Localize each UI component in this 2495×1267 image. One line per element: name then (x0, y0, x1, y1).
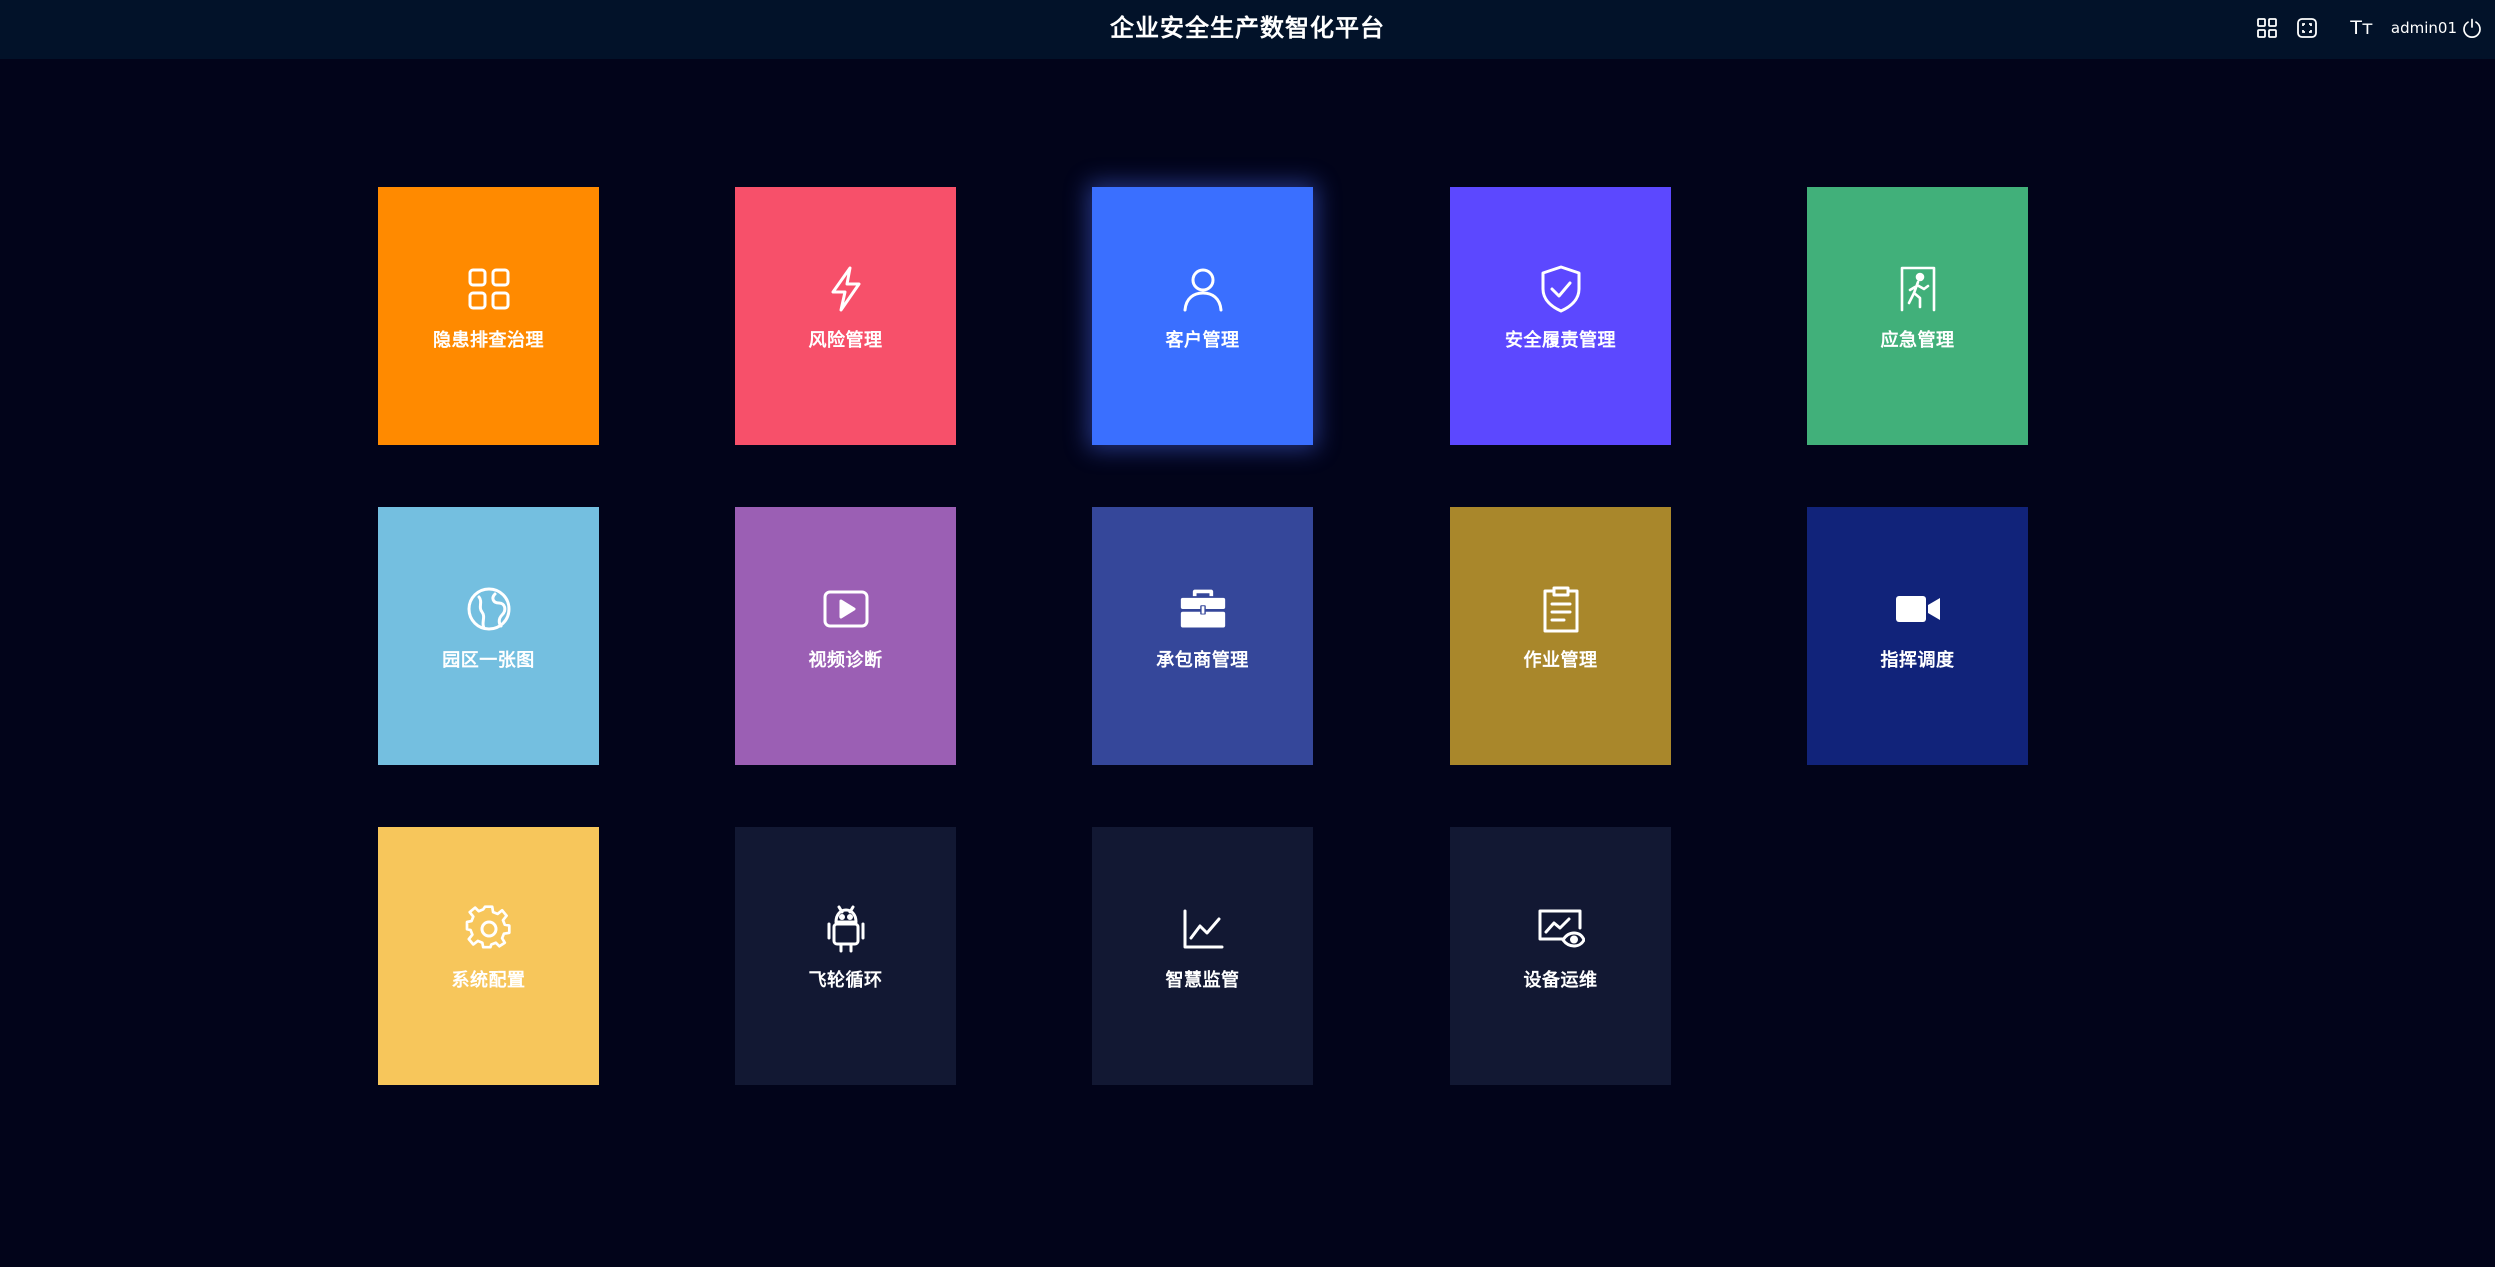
gear-icon (465, 905, 513, 953)
module-tile[interactable]: 设备运维 (1450, 827, 1671, 1085)
module-label: 风险管理 (808, 330, 883, 351)
video-camera-icon (1894, 585, 1942, 633)
top-bar: 企业安全生产数智化平台 Tт admin01 (0, 0, 2495, 59)
toolbox-icon (1179, 585, 1227, 633)
module-label: 隐患排查治理 (433, 330, 544, 351)
module-tile[interactable]: 指挥调度 (1807, 507, 2028, 765)
module-tile[interactable]: 安全履责管理 (1450, 187, 1671, 445)
monitor-eye-icon (1537, 905, 1585, 953)
module-tile[interactable]: 系统配置 (378, 827, 599, 1085)
module-label: 应急管理 (1880, 330, 1955, 351)
play-icon (822, 585, 870, 633)
logout-button[interactable] (2461, 17, 2483, 39)
module-label: 客户管理 (1165, 330, 1240, 351)
shield-check-icon (1537, 265, 1585, 313)
module-label: 视频诊断 (808, 650, 883, 671)
module-tile[interactable]: 视频诊断 (735, 507, 956, 765)
module-label: 指挥调度 (1880, 650, 1955, 671)
module-label: 安全履责管理 (1505, 330, 1616, 351)
header-tools: Tт admin01 (2256, 0, 2483, 56)
font-size-label: Tт (2350, 17, 2373, 39)
app-root: 企业安全生产数智化平台 Tт admin01 隐患排查治理 风险管理 客户管理 … (0, 0, 2495, 1267)
lightning-icon (822, 265, 870, 313)
module-label: 作业管理 (1523, 650, 1598, 671)
android-icon (822, 905, 870, 953)
module-tile[interactable]: 智慧监管 (1092, 827, 1313, 1085)
module-tile[interactable]: 应急管理 (1807, 187, 2028, 445)
module-label: 园区一张图 (442, 650, 535, 671)
module-tile[interactable]: 作业管理 (1450, 507, 1671, 765)
module-tile[interactable]: 承包商管理 (1092, 507, 1313, 765)
module-label: 设备运维 (1523, 970, 1598, 991)
emergency-exit-icon (1894, 265, 1942, 313)
grid-icon (465, 265, 513, 313)
module-tile[interactable]: 园区一张图 (378, 507, 599, 765)
user-icon (1179, 265, 1227, 313)
fullscreen-icon (2297, 18, 2318, 38)
module-label: 智慧监管 (1165, 970, 1240, 991)
page-title: 企业安全生产数智化平台 (1110, 14, 1385, 42)
module-tile[interactable]: 风险管理 (735, 187, 956, 445)
module-tile[interactable]: 隐患排查治理 (378, 187, 599, 445)
power-icon (2463, 18, 2481, 38)
module-tile[interactable]: 客户管理 (1092, 187, 1313, 445)
module-label: 承包商管理 (1156, 650, 1249, 671)
font-size-button[interactable]: Tт (2350, 17, 2373, 39)
module-label: 系统配置 (451, 970, 526, 991)
apps-button[interactable] (2256, 17, 2278, 39)
module-label: 飞轮循环 (808, 970, 883, 991)
map-globe-icon (465, 585, 513, 633)
grid-icon (2257, 18, 2278, 38)
clipboard-icon (1537, 585, 1585, 633)
module-tile[interactable]: 飞轮循环 (735, 827, 956, 1085)
line-chart-icon (1179, 905, 1227, 953)
fullscreen-button[interactable] (2296, 17, 2318, 39)
username[interactable]: admin01 (2391, 19, 2457, 37)
